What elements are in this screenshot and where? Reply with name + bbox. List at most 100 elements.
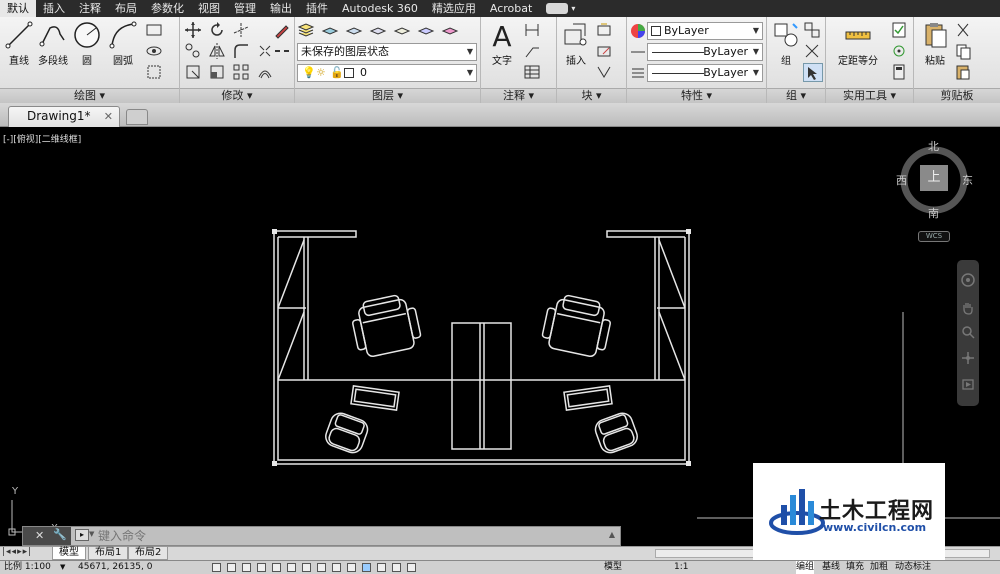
snap-icon[interactable] — [212, 563, 221, 572]
trim-button[interactable] — [232, 21, 252, 40]
compass-south[interactable]: 南 — [928, 205, 939, 221]
current-layer-dropdown[interactable]: 💡 ☼ 🔓 0 ▼ — [297, 64, 477, 82]
otrack-icon[interactable] — [302, 563, 311, 572]
group-edit-button[interactable] — [803, 42, 823, 61]
layer-lock-button[interactable] — [441, 21, 461, 40]
line-button[interactable]: 直线 — [0, 20, 38, 67]
wcs-menu[interactable]: WCS — [918, 231, 950, 242]
ribbon-minimize-toggle[interactable]: ▾ — [539, 0, 582, 17]
array-button[interactable] — [232, 63, 252, 82]
tab-autodesk360[interactable]: Autodesk 360 — [335, 0, 425, 17]
mirror-button[interactable] — [208, 42, 228, 61]
copy-with-base-button[interactable] — [954, 63, 974, 82]
grid-icon[interactable] — [227, 563, 236, 572]
quick-properties-icon[interactable] — [377, 563, 386, 572]
3d-osnap-icon[interactable] — [287, 563, 296, 572]
color-dropdown[interactable]: ByLayer ▼ — [647, 22, 763, 40]
polyline-button[interactable]: 多段线 — [34, 20, 72, 67]
document-tab[interactable]: Drawing1* ✕ — [8, 106, 120, 127]
tab-manage[interactable]: 管理 — [227, 0, 263, 17]
erase-button[interactable] — [273, 21, 293, 40]
status-fill-toggle[interactable]: 填充 — [846, 561, 864, 574]
tab-layout[interactable]: 布局 — [108, 0, 144, 17]
tab-parametric[interactable]: 参数化 — [144, 0, 191, 17]
annotation-scale-value[interactable]: 1:1 — [674, 561, 688, 574]
stretch-button[interactable] — [184, 63, 204, 82]
prompt-icon[interactable]: ▸ — [75, 529, 89, 541]
compass-west[interactable]: 西 — [896, 172, 907, 188]
fillet-button[interactable] — [232, 42, 252, 61]
zoom-icon[interactable] — [960, 324, 976, 340]
groups-panel-title[interactable]: 组 ▾ — [767, 88, 825, 103]
id-point-button[interactable] — [890, 42, 910, 61]
copy-button[interactable] — [184, 42, 204, 61]
modify-panel-title[interactable]: 修改 ▾ — [180, 88, 294, 103]
offset-button[interactable] — [256, 63, 276, 82]
chevron-up-icon[interactable]: ▲ — [609, 530, 615, 539]
status-baseline-toggle[interactable]: 基线 — [822, 561, 840, 574]
utilities-panel-title[interactable]: 实用工具 ▾ — [826, 88, 913, 103]
annotation-panel-title[interactable]: 注释 ▾ — [481, 88, 556, 103]
block-panel-title[interactable]: 块 ▾ — [557, 88, 626, 103]
close-icon[interactable]: ✕ — [104, 107, 113, 126]
orbit-icon[interactable] — [960, 350, 976, 366]
chevron-down-icon[interactable]: ▼ — [89, 530, 94, 538]
compass-north[interactable]: 北 — [928, 138, 939, 154]
layer-state-dropdown[interactable]: 未保存的图层状态 ▼ — [297, 43, 477, 61]
layout-nav-arrows-icon[interactable]: |◂◂▸▸| — [2, 547, 32, 557]
chevron-down-icon[interactable]: ▼ — [60, 561, 65, 574]
wrench-icon[interactable]: 🔧 — [53, 528, 67, 541]
new-drawing-tab[interactable] — [126, 109, 148, 125]
ungroup-button[interactable] — [803, 21, 823, 40]
coordinates-readout[interactable]: 45671, 26135, 0 — [78, 561, 152, 574]
tab-acrobat[interactable]: Acrobat — [483, 0, 539, 17]
layer-prev-button[interactable] — [345, 21, 365, 40]
viewcube-top-face[interactable]: 上 — [920, 165, 948, 191]
scale-button[interactable] — [208, 63, 228, 82]
calculator-button[interactable] — [890, 63, 910, 82]
dyn-icon[interactable] — [332, 563, 341, 572]
insert-block-button[interactable]: 插入 — [557, 20, 595, 67]
draw-panel-title[interactable]: 绘图 ▾ — [0, 88, 179, 103]
command-input[interactable] — [98, 528, 598, 544]
group-selection-toggle[interactable] — [803, 63, 823, 82]
circle-button[interactable]: 圆 — [68, 20, 106, 67]
tab-model[interactable]: 模型 — [52, 547, 86, 560]
measure-button[interactable]: 定距等分 — [828, 20, 888, 67]
tab-plugins[interactable]: 插件 — [299, 0, 335, 17]
ducs-icon[interactable] — [317, 563, 326, 572]
linetype-dropdown[interactable]: ByLayer ▼ — [647, 43, 763, 61]
edit-block-button[interactable] — [595, 42, 615, 61]
clipboard-panel-title[interactable]: 剪贴板 — [914, 88, 1000, 103]
join-button[interactable] — [273, 42, 293, 61]
viewcube[interactable]: 北 西 东 南 上 — [893, 132, 977, 244]
table-button[interactable] — [523, 63, 543, 82]
pan-hand-icon[interactable] — [960, 300, 976, 316]
osnap-icon[interactable] — [272, 563, 281, 572]
layer-freeze-button[interactable] — [417, 21, 437, 40]
selection-cycling-icon[interactable] — [392, 563, 401, 572]
status-bold-toggle[interactable]: 加粗 — [870, 561, 888, 574]
boundary-button[interactable] — [145, 63, 165, 82]
create-block-button[interactable] — [595, 21, 615, 40]
rectangle-button[interactable] — [145, 21, 165, 40]
layers-panel-title[interactable]: 图层 ▾ — [295, 88, 480, 103]
lineweight-dropdown[interactable]: ByLayer ▼ — [647, 64, 763, 82]
compass-east[interactable]: 东 — [962, 172, 973, 188]
tab-output[interactable]: 输出 — [263, 0, 299, 17]
tab-layout2[interactable]: 布局2 — [128, 547, 169, 560]
edit-attributes-button[interactable] — [595, 63, 615, 82]
tab-insert[interactable]: 插入 — [36, 0, 72, 17]
steering-wheel-icon[interactable] — [960, 272, 976, 288]
showmotion-icon[interactable] — [960, 376, 976, 392]
layer-match-button[interactable] — [321, 21, 341, 40]
lineweight-icon[interactable] — [347, 563, 356, 572]
arc-button[interactable]: 圆弧 — [104, 20, 142, 67]
layer-off-button[interactable] — [393, 21, 413, 40]
transparency-icon[interactable] — [362, 563, 371, 572]
close-icon[interactable]: ✕ — [35, 529, 44, 542]
tab-layout1[interactable]: 布局1 — [88, 547, 129, 560]
ortho-icon[interactable] — [242, 563, 251, 572]
leader-button[interactable] — [523, 42, 543, 61]
move-button[interactable] — [184, 21, 204, 40]
